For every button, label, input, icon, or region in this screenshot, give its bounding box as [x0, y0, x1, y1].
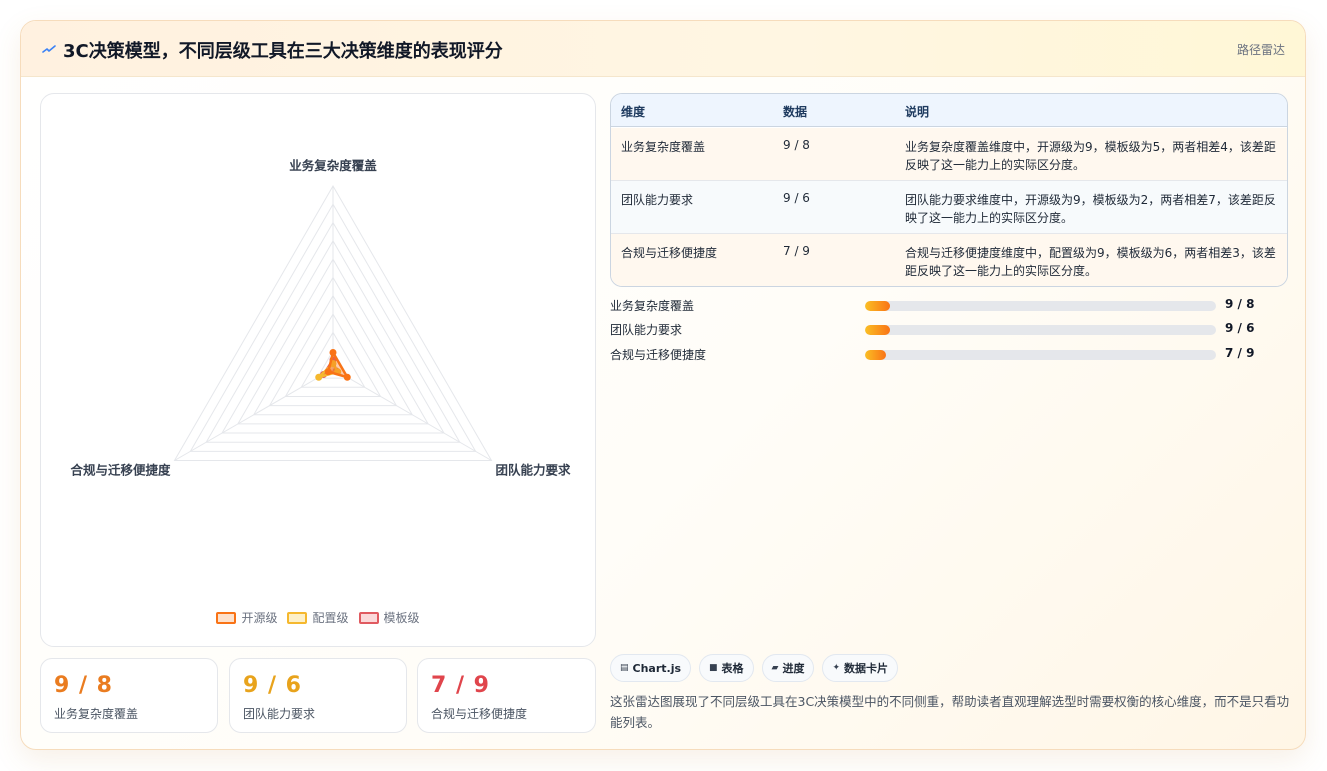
table-row: 业务复杂度覆盖 9 / 8 业务复杂度覆盖维度中，开源级为9，模板级为5，两者相…: [611, 128, 1287, 181]
progress-track: [865, 301, 1216, 311]
progress-row: 团队能力要求 9 / 6: [610, 321, 1288, 339]
column-header-data: 数据: [783, 105, 808, 119]
tech-chips: ▤ Chart.js ■ 表格 ▰ 进度 ✦ 数据卡片: [610, 654, 899, 682]
progress-row: 业务复杂度覆盖 9 / 8: [610, 297, 1288, 315]
radar-axis-label: 团队能力要求: [495, 463, 571, 478]
spark-icon: [42, 45, 56, 53]
progress-value: 7 / 9: [1225, 346, 1255, 360]
chip-label: Chart.js: [632, 661, 682, 675]
table-cell-description: 合规与迁移便捷度维度中，配置级为9，模板级为6，两者相差3，该差距反映了这一能力…: [905, 246, 1276, 278]
legend-item-config[interactable]: 配置级: [287, 609, 349, 626]
legend-item-open-source[interactable]: 开源级: [216, 609, 277, 626]
chart-legend: 开源级 配置级 模板级: [41, 609, 595, 626]
chip-progress[interactable]: ▰ 进度: [761, 654, 815, 682]
progress-label: 团队能力要求: [610, 323, 683, 337]
table-cell-data: 9 / 6: [783, 191, 810, 205]
table-cell-data: 9 / 8: [783, 138, 810, 152]
chip-chartjs[interactable]: ▤ Chart.js: [610, 654, 692, 682]
legend-label: 模板级: [383, 611, 420, 625]
radar-axis-label: 合规与迁移便捷度: [71, 463, 172, 478]
table-cell-data: 7 / 9: [783, 244, 810, 258]
stat-value: 9 / 8: [54, 673, 113, 698]
radar-chart-panel: 业务复杂度覆盖团队能力要求 合规与迁移便捷度 开源级 配置级 模板级: [40, 93, 596, 647]
stat-label: 团队能力要求: [243, 707, 316, 721]
stat-card-compliance: 7 / 9 合规与迁移便捷度: [417, 658, 596, 733]
stat-value: 9 / 6: [243, 673, 302, 698]
chart-icon: ▤: [620, 663, 629, 673]
page-title: 3C决策模型，不同层级工具在三大决策维度的表现评分: [63, 41, 503, 62]
progress-fill: [865, 325, 890, 335]
sparkle-icon: ✦: [832, 663, 841, 673]
stat-value: 7 / 9: [431, 673, 490, 698]
radar-chart: 业务复杂度覆盖团队能力要求 合规与迁移便捷度: [71, 158, 571, 478]
table-cell-dimension: 团队能力要求: [621, 193, 694, 207]
legend-label: 开源级: [241, 611, 278, 625]
table-header: 维度 数据 说明: [611, 94, 1287, 127]
legend-swatch: [216, 611, 237, 624]
card-header: 3C决策模型，不同层级工具在三大决策维度的表现评分 路径雷达: [21, 21, 1305, 77]
legend-swatch: [358, 611, 379, 624]
header-badge: 路径雷达: [1236, 43, 1285, 57]
progress-value: 9 / 8: [1225, 297, 1255, 311]
radar-point: [343, 373, 351, 381]
progress-track: [865, 325, 1216, 335]
radar-point: [324, 368, 332, 376]
stat-label: 业务复杂度覆盖: [54, 707, 139, 721]
progress-label: 合规与迁移便捷度: [610, 348, 707, 362]
table-cell-description: 业务复杂度覆盖维度中，开源级为9，模板级为5，两者相差4，该差距反映了这一能力上…: [905, 140, 1276, 172]
data-table: 维度 数据 说明 业务复杂度覆盖 9 / 8 业务复杂度覆盖维度中，开源级为9，…: [610, 93, 1288, 287]
progress-value: 9 / 6: [1225, 321, 1255, 335]
footnote: 这张雷达图展现了不同层级工具在3C决策模型中的不同侧重，帮助读者直观理解选型时需…: [610, 694, 1290, 730]
legend-label: 配置级: [312, 611, 349, 625]
stat-label: 合规与迁移便捷度: [431, 707, 528, 721]
chip-label: 表格: [721, 662, 744, 675]
progress-track: [865, 350, 1216, 360]
radar-point: [315, 373, 323, 381]
progress-icon: ▰: [771, 663, 779, 673]
progress-label: 业务复杂度覆盖: [610, 299, 695, 313]
stat-card-team: 9 / 6 团队能力要求: [229, 658, 407, 733]
column-header-dimension: 维度: [621, 105, 646, 119]
legend-item-template[interactable]: 模板级: [358, 609, 420, 626]
progress-fill: [865, 301, 890, 311]
chip-table[interactable]: ■ 表格: [699, 654, 754, 682]
progress-row: 合规与迁移便捷度 7 / 9: [610, 346, 1288, 364]
table-icon: ■: [709, 663, 718, 673]
radar-point: [329, 349, 337, 357]
table-cell-description: 团队能力要求维度中，开源级为9，模板级为2，两者相差7，该差距反映了这一能力上的…: [905, 193, 1276, 225]
progress-fill: [865, 350, 887, 360]
legend-swatch: [287, 611, 308, 624]
table-cell-dimension: 合规与迁移便捷度: [621, 246, 718, 260]
table-cell-dimension: 业务复杂度覆盖: [621, 140, 706, 154]
dashboard-card: 3C决策模型，不同层级工具在三大决策维度的表现评分 路径雷达 业务复杂度覆盖 团队…: [20, 20, 1306, 750]
radar-axis-label: 业务复杂度覆盖: [289, 158, 377, 173]
stat-card-business: 9 / 8 业务复杂度覆盖: [40, 658, 218, 733]
chip-data-card[interactable]: ✦ 数据卡片: [822, 654, 899, 682]
column-header-description: 说明: [905, 105, 930, 119]
table-row: 团队能力要求 9 / 6 团队能力要求维度中，开源级为9，模板级为2，两者相差7…: [611, 181, 1287, 234]
table-row: 合规与迁移便捷度 7 / 9 合规与迁移便捷度维度中，配置级为9，模板级为6，两…: [611, 234, 1287, 286]
chip-label: 数据卡片: [844, 662, 889, 675]
chip-label: 进度: [782, 662, 805, 675]
